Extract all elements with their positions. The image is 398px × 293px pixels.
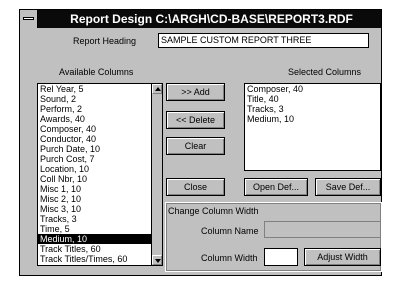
change-column-width-legend: Change Column Width (168, 206, 259, 216)
list-item[interactable]: Misc 2, 10 (38, 194, 162, 204)
list-item[interactable]: Coll Nbr, 10 (38, 174, 162, 184)
column-width-label: Column Width (201, 253, 258, 263)
list-item[interactable]: Title, 40 (245, 94, 380, 104)
selected-columns-list[interactable]: Composer, 40 Title, 40 Tracks, 3 Medium, 10 (244, 83, 381, 171)
list-item[interactable]: Composer, 40 (38, 124, 162, 134)
list-item[interactable]: Tracks, 3 (245, 104, 380, 114)
list-item[interactable]: Sound, 2 (38, 94, 162, 104)
list-item[interactable]: Purch Date, 10 (38, 144, 162, 154)
list-item[interactable]: Purch Cost, 7 (38, 154, 162, 164)
scroll-down-icon[interactable] (152, 255, 162, 265)
adjust-width-button[interactable]: Adjust Width (304, 248, 381, 266)
system-menu-icon[interactable] (20, 10, 38, 28)
report-design-window: Report Design C:\ARGH\CD-BASE\REPORT3.RD… (19, 9, 382, 276)
save-definition-button[interactable]: Save Def... (315, 178, 381, 196)
column-name-label: Column Name (201, 226, 259, 236)
list-item[interactable]: Rel Year, 5 (38, 84, 162, 94)
list-item[interactable]: Tracks, 3 (38, 214, 162, 224)
add-button[interactable]: >> Add (166, 83, 225, 101)
clear-button[interactable]: Clear (166, 137, 225, 155)
report-heading-label: Report Heading (73, 36, 137, 46)
list-item[interactable]: Misc 3, 10 (38, 204, 162, 214)
list-item[interactable]: Track Titles, 60 (38, 244, 162, 254)
list-item[interactable]: Misc 1, 10 (38, 184, 162, 194)
list-item[interactable]: Track Titles/Times, 60 (38, 254, 162, 264)
list-item[interactable]: Medium, 10 (245, 114, 380, 124)
list-item[interactable]: Location, 10 (38, 164, 162, 174)
scroll-up-icon[interactable] (152, 84, 162, 94)
open-definition-button[interactable]: Open Def... (244, 178, 308, 196)
selected-columns-label: Selected Columns (288, 67, 362, 77)
available-columns-scrollbar[interactable] (151, 84, 162, 265)
list-item[interactable]: Conductor, 40 (38, 134, 162, 144)
close-button[interactable]: Close (166, 178, 225, 196)
window-title: Report Design C:\ARGH\CD-BASE\REPORT3.RD… (70, 12, 353, 26)
column-name-input[interactable] (264, 221, 381, 238)
list-item[interactable]: Awards, 40 (38, 114, 162, 124)
list-item[interactable]: Time, 5 (38, 224, 162, 234)
list-item[interactable]: Medium, 10 (38, 234, 162, 244)
list-item[interactable]: Composer, 40 (245, 84, 380, 94)
title-bar: Report Design C:\ARGH\CD-BASE\REPORT3.RD… (20, 10, 381, 28)
column-width-input[interactable] (264, 248, 298, 266)
list-item[interactable]: Perform, 2 (38, 104, 162, 114)
report-heading-input[interactable]: SAMPLE CUSTOM REPORT THREE (158, 33, 369, 48)
available-columns-list[interactable]: Rel Year, 5 Sound, 2 Perform, 2 Awards, 40 C… (37, 83, 163, 266)
delete-button[interactable]: << Delete (166, 111, 225, 129)
available-columns-label: Available Columns (59, 67, 134, 77)
